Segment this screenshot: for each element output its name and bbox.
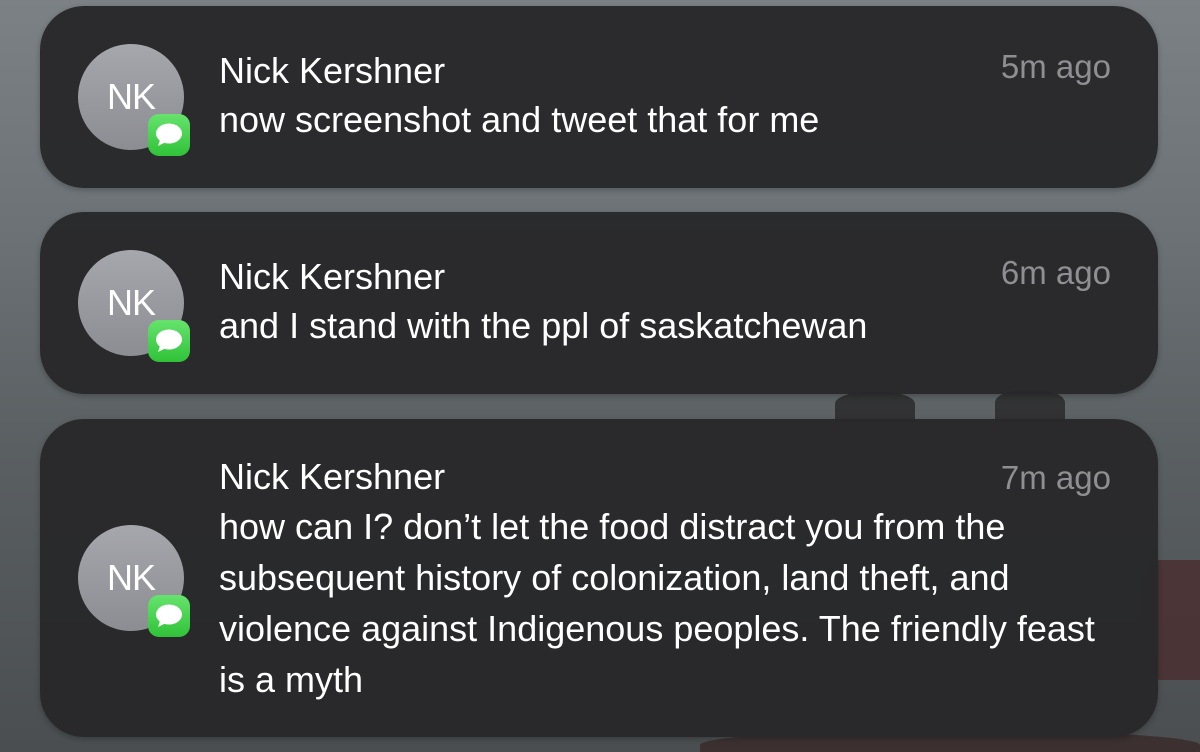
avatar-initials: NK [106, 282, 156, 323]
notification-card[interactable]: NK Nick Kershner 5m ago now screenshot a… [40, 6, 1158, 188]
timestamp: 5m ago [1000, 48, 1111, 85]
avatar-initials: NK [106, 557, 156, 598]
notification-card[interactable]: NK Nick Kershner 7m ago how can I? don’t… [40, 419, 1158, 737]
message-preview: now screenshot and tweet that for me [219, 99, 820, 140]
messages-icon [148, 595, 190, 637]
message-preview: how can I? don’t let the food distract y… [219, 506, 1095, 700]
timestamp: 6m ago [1000, 254, 1111, 291]
avatar-initials: NK [106, 76, 156, 117]
message-preview: and I stand with the ppl of saskatchewan [219, 305, 868, 346]
timestamp: 7m ago [1000, 459, 1111, 496]
messages-icon [148, 114, 190, 156]
sender-name: Nick Kershner [219, 256, 446, 297]
notification-card[interactable]: NK Nick Kershner 6m ago and I stand with… [40, 212, 1158, 394]
sender-name: Nick Kershner [219, 456, 446, 497]
background-wallpaper-shape [995, 390, 1065, 422]
background-wallpaper-shape [835, 392, 915, 422]
messages-icon [148, 320, 190, 362]
sender-name: Nick Kershner [219, 50, 446, 91]
